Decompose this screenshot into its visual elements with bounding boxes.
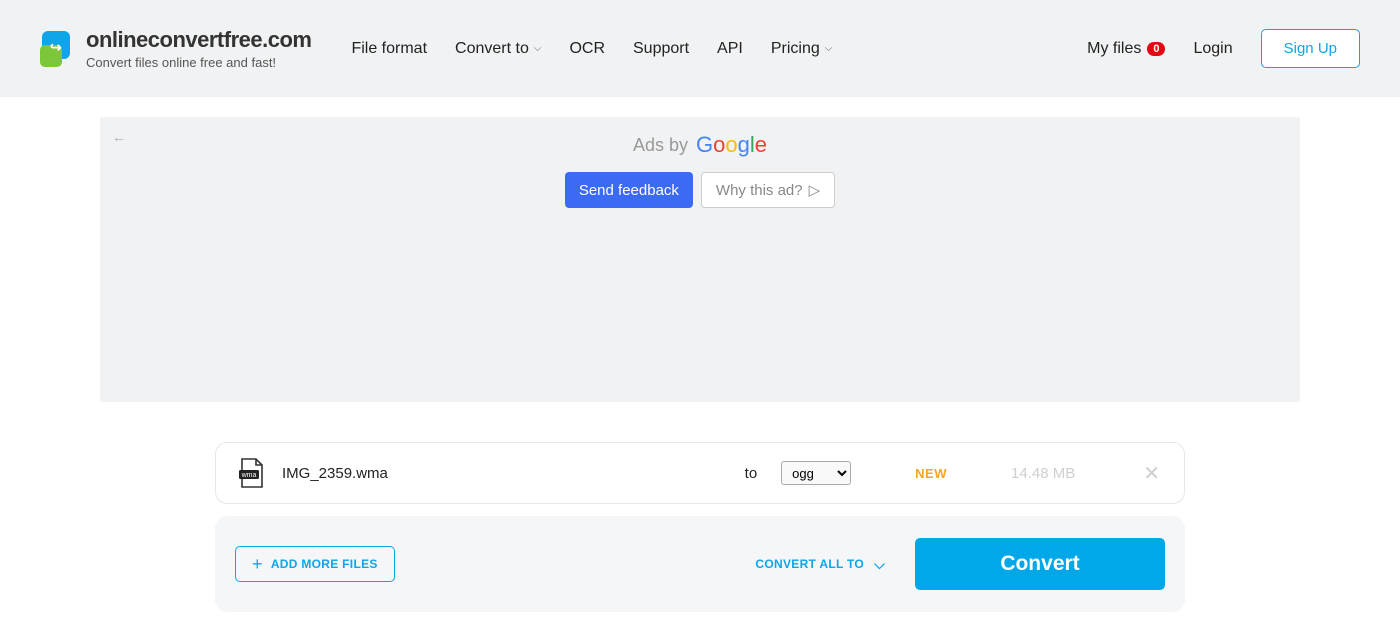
logo-text: onlineconvertfree.com Convert files onli… xyxy=(86,27,311,70)
nav-file-format[interactable]: File format xyxy=(351,40,427,58)
nav-ocr[interactable]: OCR xyxy=(569,40,605,58)
chevron-down-icon: ⌵ xyxy=(874,556,885,573)
why-this-ad-button[interactable]: Why this ad? ▷ xyxy=(701,172,835,208)
ad-buttons: Send feedback Why this ad? ▷ xyxy=(100,172,1300,208)
close-icon: ✕ xyxy=(1143,463,1160,485)
nav-api[interactable]: API xyxy=(717,40,743,58)
nav-convert-to-label: Convert to xyxy=(455,40,529,58)
signup-button[interactable]: Sign Up xyxy=(1261,29,1360,68)
main-nav: File format Convert to ⌵ OCR Support API… xyxy=(351,40,1087,58)
nav-convert-to[interactable]: Convert to ⌵ xyxy=(455,40,541,58)
ad-back-arrow-icon[interactable]: ← xyxy=(112,129,126,145)
file-size: 14.48 MB xyxy=(1011,465,1075,482)
convert-all-to-dropdown[interactable]: CONVERT ALL TO ⌵ xyxy=(755,556,885,573)
logo[interactable]: ↪ onlineconvertfree.com Convert files on… xyxy=(40,27,311,70)
google-logo: Google xyxy=(696,132,767,158)
remove-file-button[interactable]: ✕ xyxy=(1139,461,1164,486)
why-this-ad-label: Why this ad? xyxy=(716,182,803,199)
content: wma IMG_2359.wma to ogg NEW 14.48 MB ✕ +… xyxy=(215,442,1185,612)
convert-all-label: CONVERT ALL TO xyxy=(755,557,864,571)
to-label: to xyxy=(745,465,758,482)
format-select[interactable]: ogg xyxy=(781,461,851,485)
right-nav: My files 0 Login Sign Up xyxy=(1087,29,1360,68)
send-feedback-button[interactable]: Send feedback xyxy=(565,172,693,208)
file-name: IMG_2359.wma xyxy=(282,465,388,482)
header: ↪ onlineconvertfree.com Convert files on… xyxy=(0,0,1400,97)
nav-pricing-label: Pricing xyxy=(771,40,820,58)
my-files-link[interactable]: My files 0 xyxy=(1087,40,1165,58)
my-files-label: My files xyxy=(1087,40,1141,58)
add-more-files-button[interactable]: + ADD MORE FILES xyxy=(235,546,395,582)
nav-support[interactable]: Support xyxy=(633,40,689,58)
file-row: wma IMG_2359.wma to ogg NEW 14.48 MB ✕ xyxy=(215,442,1185,504)
ad-header: Ads by Google xyxy=(100,132,1300,158)
adchoices-icon: ▷ xyxy=(809,181,821,199)
ads-by-label: Ads by xyxy=(633,135,688,156)
logo-icon: ↪ xyxy=(40,31,76,67)
login-link[interactable]: Login xyxy=(1193,40,1232,58)
ad-block: ← Ads by Google Send feedback Why this a… xyxy=(100,117,1300,402)
chevron-down-icon: ⌵ xyxy=(825,43,833,54)
svg-text:wma: wma xyxy=(241,472,257,479)
convert-button[interactable]: Convert xyxy=(915,538,1165,590)
nav-pricing[interactable]: Pricing ⌵ xyxy=(771,40,833,58)
action-row: + ADD MORE FILES CONVERT ALL TO ⌵ Conver… xyxy=(215,516,1185,612)
chevron-down-icon: ⌵ xyxy=(534,43,542,54)
plus-icon: + xyxy=(252,558,263,570)
my-files-badge: 0 xyxy=(1147,42,1165,56)
logo-title: onlineconvertfree.com xyxy=(86,27,311,53)
add-more-label: ADD MORE FILES xyxy=(271,557,378,571)
status-badge: NEW xyxy=(915,466,947,481)
file-type-icon: wma xyxy=(236,457,268,489)
logo-subtitle: Convert files online free and fast! xyxy=(86,55,311,70)
